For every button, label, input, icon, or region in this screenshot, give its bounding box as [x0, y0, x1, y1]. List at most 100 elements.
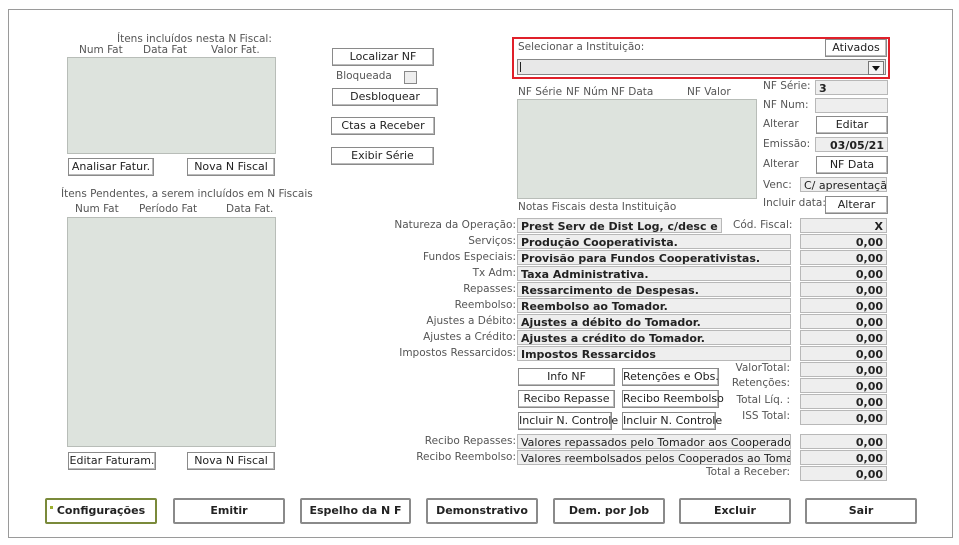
desbloquear-button[interactable]: Desbloquear — [332, 88, 438, 106]
institution-label: Selecionar a Instituição: — [518, 41, 645, 53]
dropdown-arrow-icon[interactable] — [868, 61, 884, 75]
emissao-field[interactable]: 03/05/21 — [815, 137, 888, 152]
recibo-repasses-value[interactable]: 0,00 — [800, 434, 887, 449]
valor-total-value[interactable]: 0,00 — [800, 362, 887, 377]
alterar-button[interactable]: Alterar — [825, 196, 888, 214]
recibo-reembolso-button[interactable]: Recibo Reembolso — [622, 390, 724, 408]
editar-faturam-button[interactable]: Editar Faturam. — [68, 452, 156, 470]
ativados-button[interactable]: Ativados — [825, 39, 887, 57]
included-col-data-fat: Data Fat — [143, 44, 188, 56]
institution-select[interactable] — [517, 59, 886, 75]
text-caret — [520, 62, 521, 72]
pending-col-num-fat: Num Fat — [75, 203, 119, 215]
nf-col-valor: NF Valor — [687, 86, 731, 98]
reembolso-value[interactable]: 0,00 — [800, 298, 887, 313]
recibo-repasses-label: Recibo Repasses: — [424, 435, 516, 447]
ajustes-credito-desc[interactable]: Ajustes a crédito do Tomador. — [517, 330, 791, 345]
dem-por-job-button[interactable]: Dem. por Job — [553, 498, 665, 524]
reembolso-desc[interactable]: Reembolso ao Tomador. — [517, 298, 791, 313]
total-receber-value[interactable]: 0,00 — [800, 466, 887, 481]
ctas-a-receber-button[interactable]: Ctas a Receber — [331, 117, 435, 135]
recibo-reembolso-label: Recibo Reembolso: — [416, 451, 516, 463]
nf-data-button[interactable]: NF Data — [816, 156, 888, 174]
nova-nf-button-2[interactable]: Nova N Fiscal — [187, 452, 275, 470]
servicos-desc[interactable]: Produção Cooperativista. — [517, 234, 791, 249]
nova-nf-button[interactable]: Nova N Fiscal — [187, 158, 275, 176]
alterar-data-label: Alterar — [763, 158, 799, 170]
configuracoes-label: Configurações — [56, 504, 146, 517]
localizar-nf-button[interactable]: Localizar NF — [332, 48, 434, 66]
included-col-valor-fat: Valor Fat. — [211, 44, 260, 56]
repasses-label: Repasses: — [463, 283, 516, 295]
servicos-label: Serviços: — [468, 235, 516, 247]
impostos-value[interactable]: 0,00 — [800, 346, 887, 361]
servicos-value[interactable]: 0,00 — [800, 234, 887, 249]
tx-adm-value[interactable]: 0,00 — [800, 266, 887, 281]
incluir-data-label: Incluir data: — [763, 197, 826, 209]
fundos-value[interactable]: 0,00 — [800, 250, 887, 265]
demonstrativo-button[interactable]: Demonstrativo — [426, 498, 538, 524]
included-col-num-fat: Num Fat — [79, 44, 123, 56]
focus-dot-icon — [50, 506, 53, 509]
repasses-desc[interactable]: Ressarcimento de Despesas. — [517, 282, 791, 297]
pending-items-title: Ítens Pendentes, a serem incluídos em N … — [61, 188, 313, 200]
tx-adm-desc[interactable]: Taxa Administrativa. — [517, 266, 791, 281]
ajustes-credito-label: Ajustes a Crédito: — [423, 331, 516, 343]
configuracoes-button[interactable]: Configurações — [45, 498, 157, 524]
retencoes-value[interactable]: 0,00 — [800, 378, 887, 393]
alterar-num-label: Alterar — [763, 118, 799, 130]
recibo-repasses-desc[interactable]: Valores repassados pelo Tomador aos Coop… — [517, 434, 791, 449]
incluir-controle-button-2[interactable]: Incluir N. Controle — [622, 412, 722, 430]
ajustes-debito-desc[interactable]: Ajustes a débito do Tomador. — [517, 314, 791, 329]
venc-label: Venc: — [763, 179, 792, 191]
retencoes-label: Retenções: — [731, 377, 790, 389]
incluir-controle-button-1[interactable]: Incluir N. Controle — [518, 412, 618, 430]
pending-items-list[interactable] — [67, 217, 276, 447]
impostos-label: Impostos Ressarcidos: — [399, 347, 516, 359]
recibo-reembolso-value[interactable]: 0,00 — [800, 450, 887, 465]
bloqueada-label: Bloqueada — [336, 70, 392, 82]
iss-total-label: ISS Total: — [742, 410, 790, 422]
nf-col-num: NF Núm — [566, 86, 608, 98]
recibo-repasse-button[interactable]: Recibo Repasse — [518, 390, 615, 408]
impostos-desc[interactable]: Impostos Ressarcidos — [517, 346, 791, 361]
repasses-value[interactable]: 0,00 — [800, 282, 887, 297]
nf-col-serie: NF Série — [518, 86, 563, 98]
total-liq-label: Total Líq. : — [736, 394, 790, 406]
valor-total-label: ValorTotal: — [735, 362, 790, 374]
retencoes-obs-button[interactable]: Retenções e Obs. — [622, 368, 719, 386]
emissao-label: Emissão: — [763, 138, 811, 150]
espelho-nf-button[interactable]: Espelho da N F — [300, 498, 411, 524]
pending-col-data-fat: Data Fat. — [226, 203, 274, 215]
nf-col-data: NF Data — [611, 86, 654, 98]
nf-list[interactable] — [517, 99, 757, 199]
nf-serie-label: NF Série: — [763, 80, 811, 92]
sair-button[interactable]: Sair — [805, 498, 917, 524]
cod-fiscal-label: Cód. Fiscal: — [733, 219, 793, 231]
analisar-fatur-button[interactable]: Analisar Fatur. — [68, 158, 154, 176]
emitir-button[interactable]: Emitir — [173, 498, 285, 524]
ajustes-debito-value[interactable]: 0,00 — [800, 314, 887, 329]
iss-total-value[interactable]: 0,00 — [800, 410, 887, 425]
ajustes-debito-label: Ajustes a Débito: — [426, 315, 516, 327]
ajustes-credito-value[interactable]: 0,00 — [800, 330, 887, 345]
fundos-desc[interactable]: Provisão para Fundos Cooperativistas. — [517, 250, 791, 265]
pending-col-periodo-fat: Período Fat — [139, 203, 198, 215]
total-liq-value[interactable]: 0,00 — [800, 394, 887, 409]
cod-fiscal-field[interactable]: X — [800, 218, 887, 233]
included-items-list[interactable] — [67, 57, 276, 154]
excluir-button[interactable]: Excluir — [679, 498, 791, 524]
bloqueada-checkbox[interactable] — [404, 71, 417, 84]
editar-button[interactable]: Editar — [816, 116, 888, 134]
nf-list-caption: Notas Fiscais desta Instituição — [518, 201, 677, 213]
info-nf-button[interactable]: Info NF — [518, 368, 615, 386]
total-receber-label: Total a Receber: — [706, 466, 790, 478]
reembolso-label: Reembolso: — [454, 299, 516, 311]
nf-num-label: NF Num: — [763, 99, 809, 111]
venc-field[interactable]: C/ apresentação — [800, 177, 887, 192]
recibo-reembolso-desc[interactable]: Valores reembolsados pelos Cooperados ao… — [517, 450, 791, 465]
exibir-serie-button[interactable]: Exibir Série — [331, 147, 434, 165]
nf-num-field[interactable] — [815, 98, 888, 113]
nf-serie-field[interactable]: 3 — [815, 80, 888, 95]
natureza-field[interactable]: Prest Serv de Dist Log, c/desc e ent — [517, 218, 722, 233]
